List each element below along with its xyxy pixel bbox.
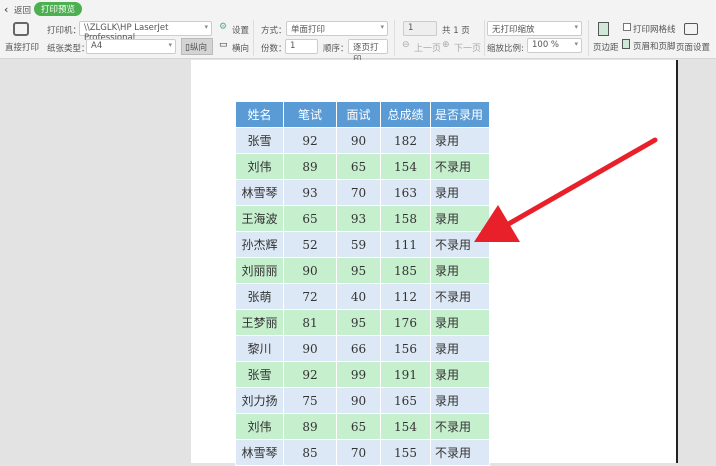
arrow-shaft <box>505 140 655 226</box>
red-arrow-annotation <box>0 0 716 463</box>
